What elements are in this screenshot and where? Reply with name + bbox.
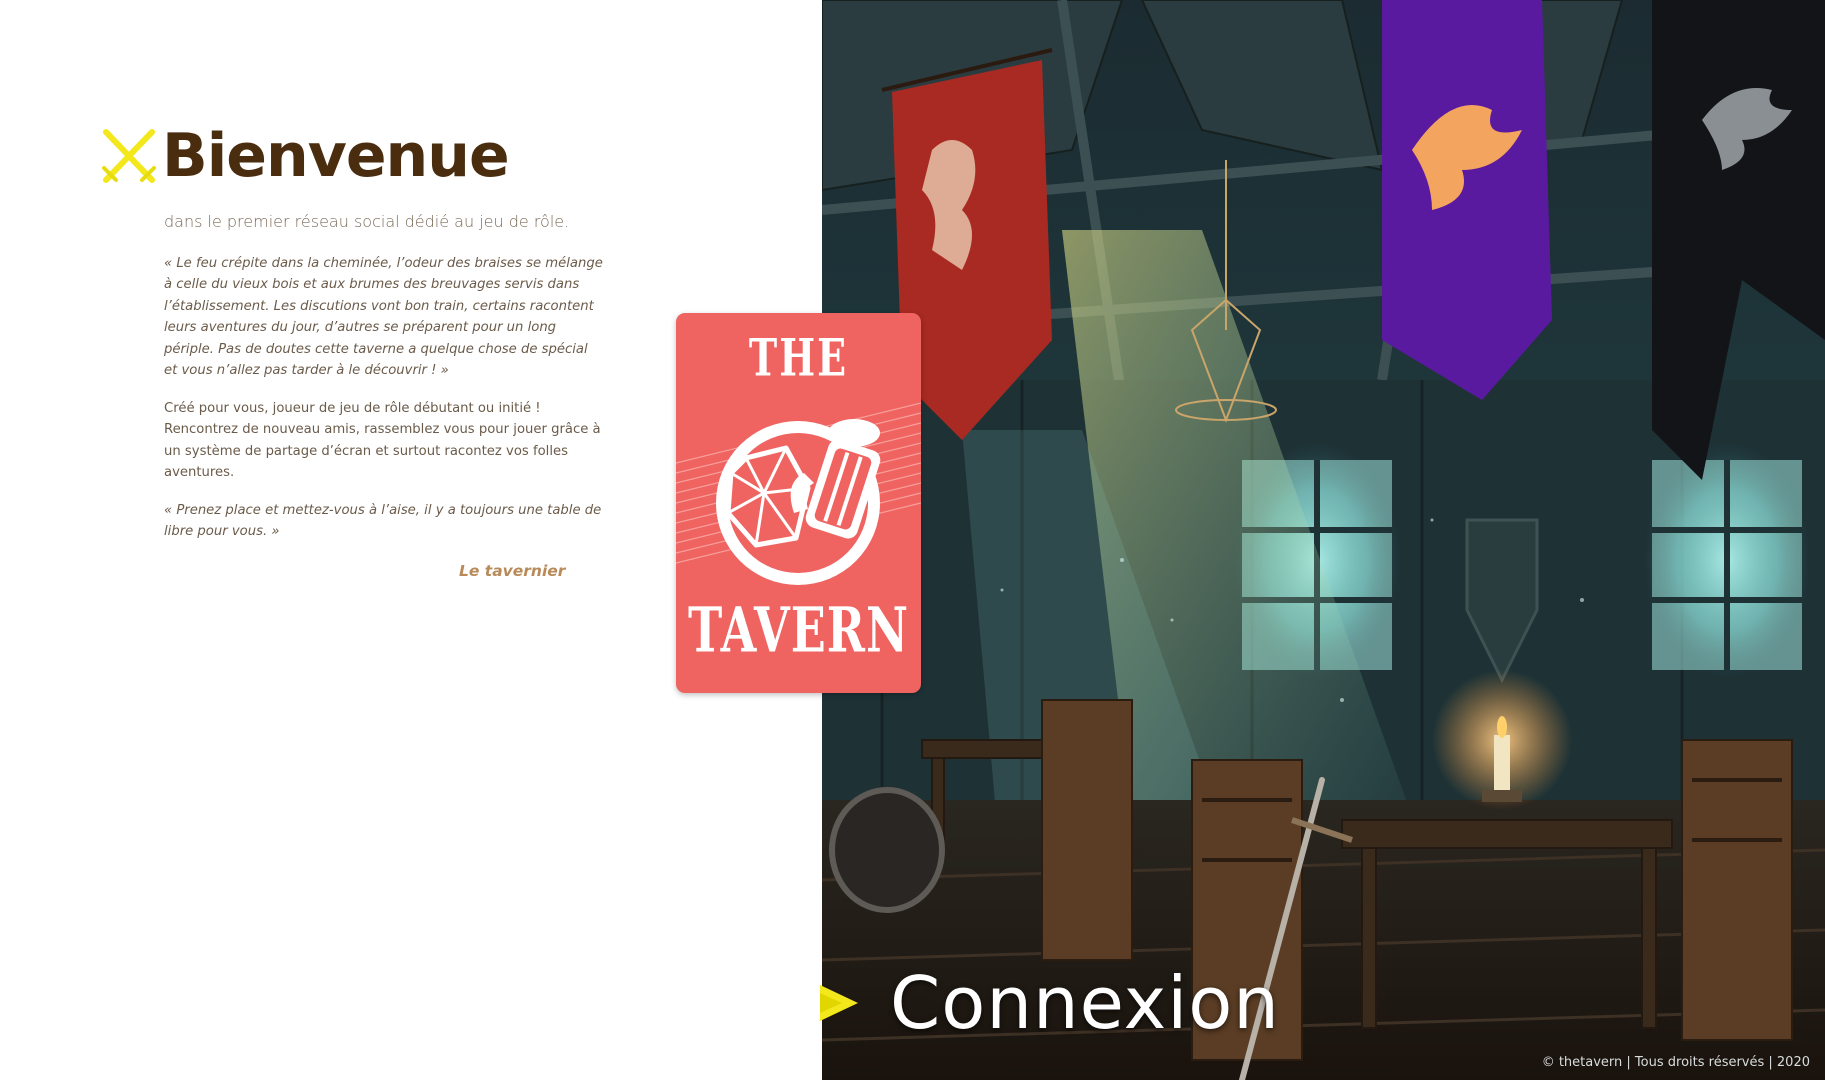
login-label[interactable]: Connexion	[890, 961, 1280, 1045]
signature: Le tavernier	[459, 562, 566, 580]
login-link[interactable]: Connexion	[818, 958, 1280, 1048]
crossed-swords-icon	[102, 129, 156, 183]
the-tavern-logo: THE TAVERN	[676, 313, 921, 693]
play-arrow-icon	[820, 985, 858, 1021]
logo-text-tavern: TAVERN	[687, 593, 910, 667]
intro-paragraph: Créé pour vous, joueur de jeu de rôle dé…	[164, 401, 601, 481]
welcome-title: Bienvenue	[162, 121, 510, 191]
logo-text-the: THE	[748, 327, 849, 388]
welcome-heading: Bienvenue	[100, 118, 510, 194]
footer-copyright: © thetavern | Tous droits réservés | 202…	[1541, 1055, 1810, 1070]
intro-quote: « Le feu crépite dans la cheminée, l’ode…	[164, 256, 603, 379]
closing-quote: « Prenez place et mettez-vous à l’aise, …	[164, 503, 602, 540]
welcome-subtitle: dans le premier réseau social dédié au j…	[164, 212, 570, 231]
tavern-background-image	[822, 0, 1825, 1080]
